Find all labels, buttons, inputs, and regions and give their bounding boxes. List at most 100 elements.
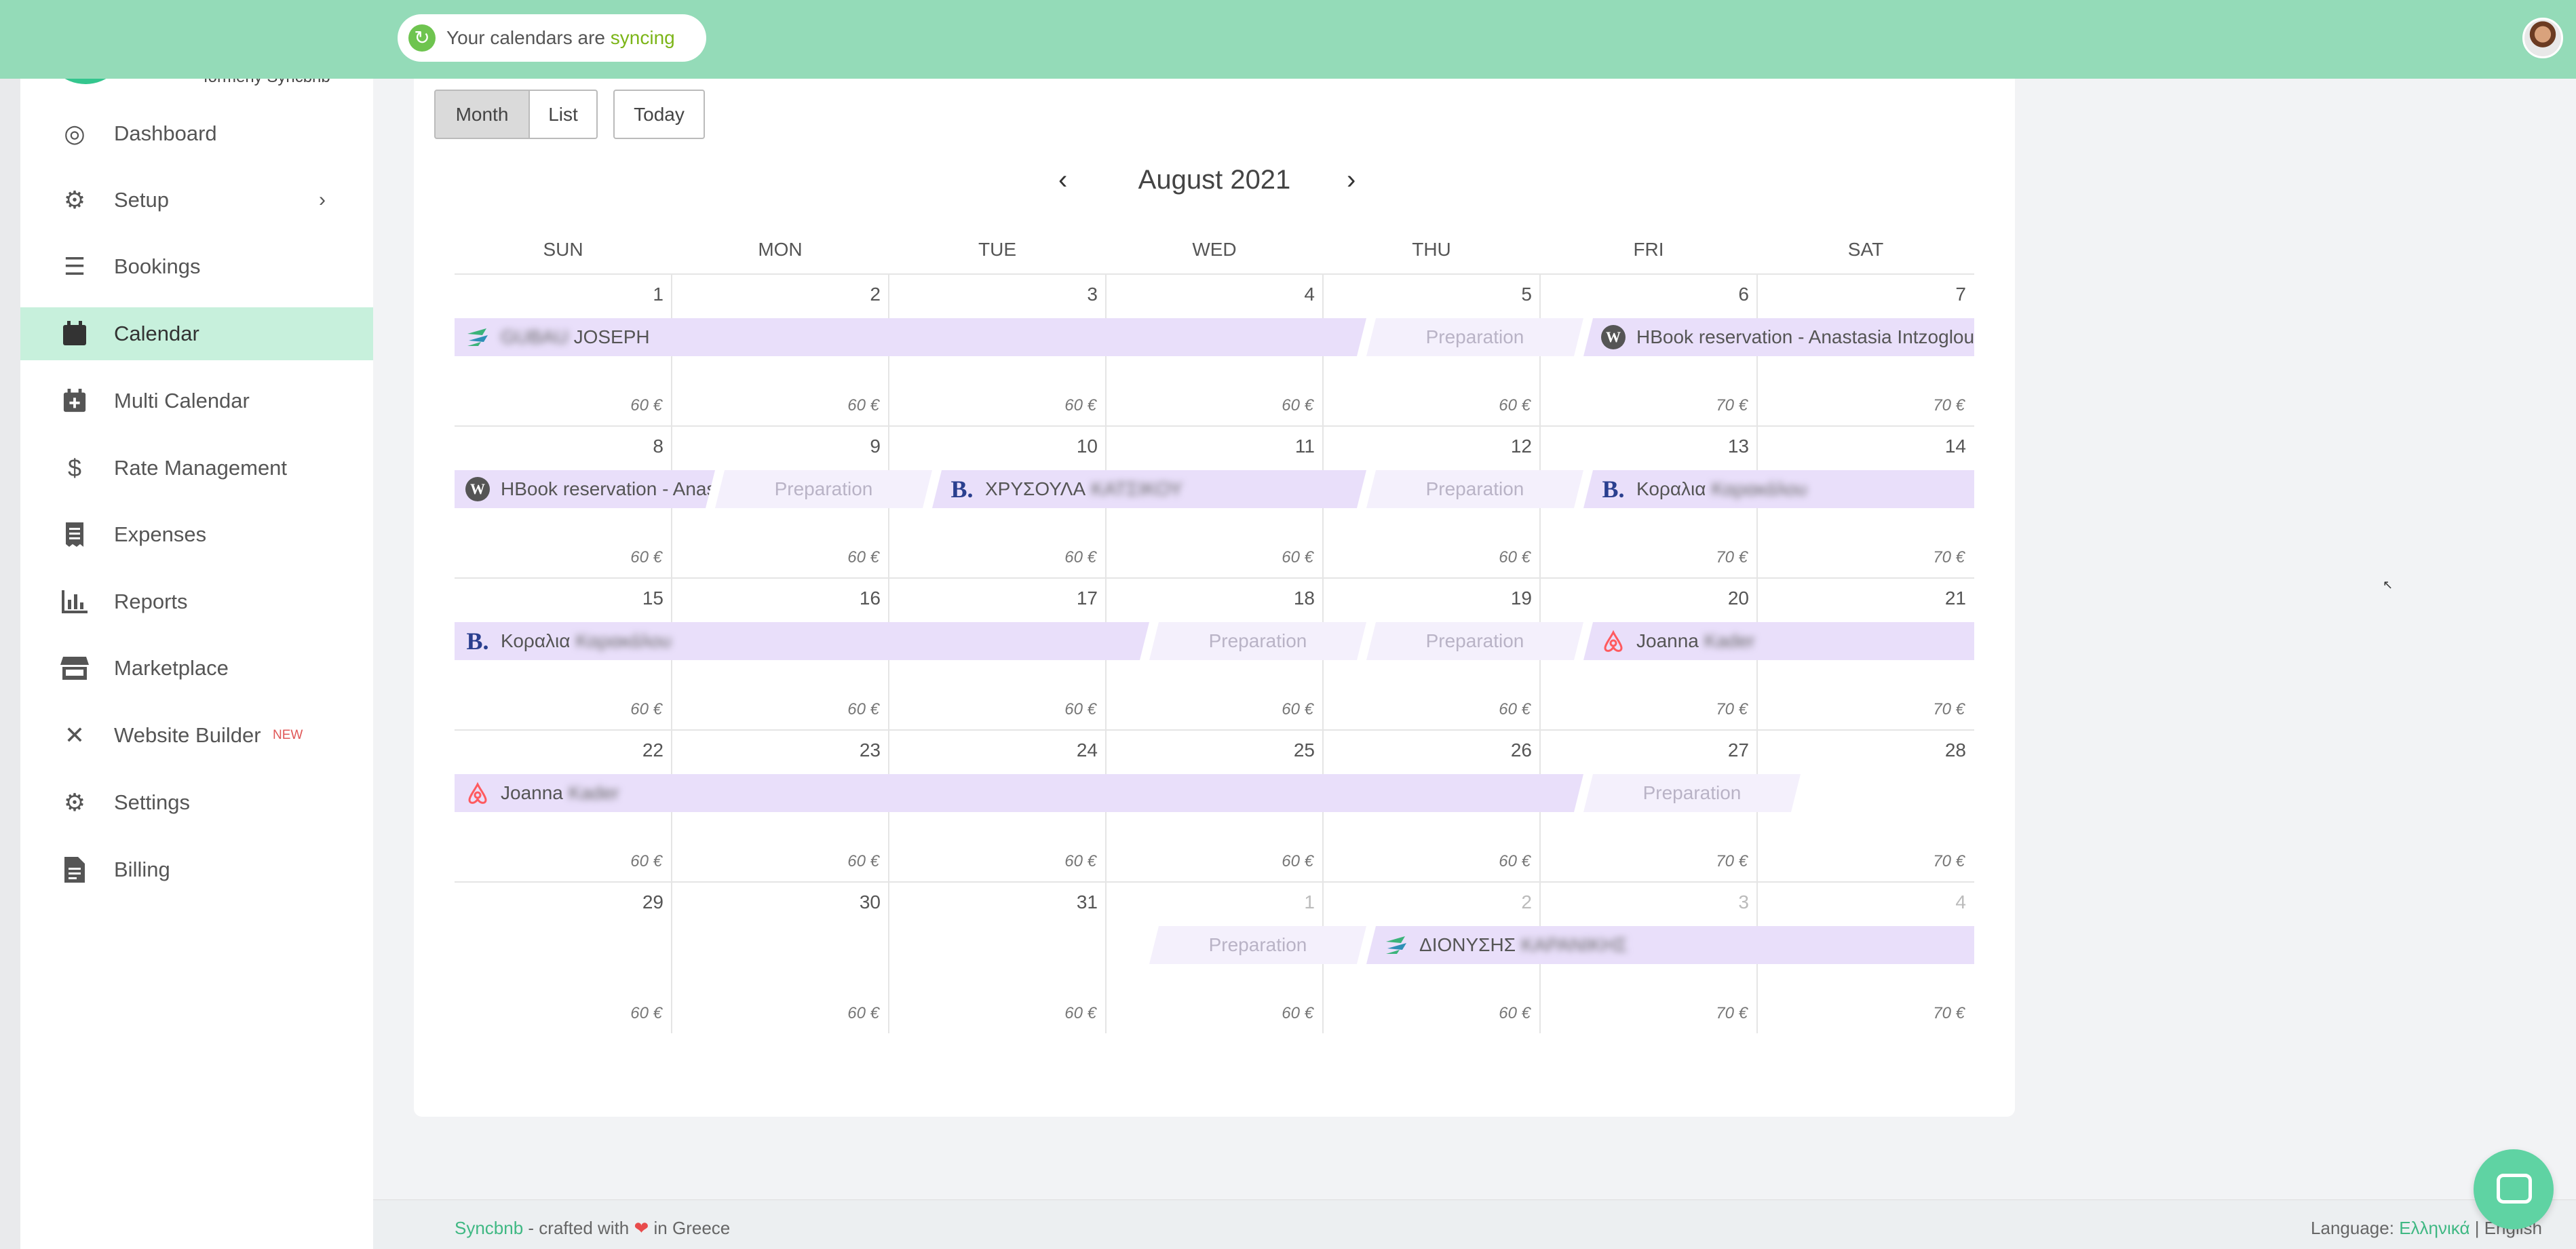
booking-event[interactable]: Joanna Kader [455, 774, 1583, 812]
calendar-icon [60, 319, 90, 349]
sidebar-item-label: Reports [114, 590, 188, 613]
day-number[interactable]: 23 [677, 739, 881, 761]
booking-event[interactable]: B. ΧΡΥΣΟΥΛΑ ΚΑΤΣΙΚΟΥ [932, 470, 1366, 508]
day-number[interactable]: 9 [677, 436, 881, 457]
day-number[interactable]: 11 [1111, 436, 1315, 457]
sidebar-item-settings[interactable]: ⚙ Settings [20, 775, 373, 830]
airbnb-icon [1601, 629, 1626, 653]
sidebar-item-label: Bookings [114, 254, 201, 278]
grid-line [455, 577, 1974, 579]
day-number[interactable]: 24 [894, 739, 1098, 761]
day-price: 60 € [847, 700, 879, 718]
user-avatar[interactable] [2522, 18, 2563, 58]
day-number[interactable]: 2 [677, 284, 881, 305]
day-number[interactable]: 28 [1763, 739, 1966, 761]
day-number[interactable]: 21 [1763, 588, 1966, 609]
day-number[interactable]: 3 [894, 284, 1098, 305]
language-label: Language: [2311, 1218, 2394, 1238]
day-number[interactable]: 27 [1545, 739, 1749, 761]
weekday-header: TUE [978, 239, 1016, 260]
chevron-left-icon[interactable]: ‹ [1058, 165, 1067, 195]
day-number[interactable]: 25 [1111, 739, 1315, 761]
sidebar-item-marketplace[interactable]: Marketplace [20, 641, 373, 695]
day-number[interactable]: 19 [1328, 588, 1532, 609]
day-number[interactable]: 5 [1328, 284, 1532, 305]
day-price: 70 € [1933, 396, 1965, 415]
list-view-button[interactable]: List [528, 90, 598, 139]
day-price: 60 € [630, 700, 662, 718]
mouse-cursor-icon: ↖ [2383, 578, 2394, 592]
day-number[interactable]: 30 [677, 891, 881, 913]
booking-event[interactable]: W HBook reservation - Anastasia Intzoglou [1583, 318, 1974, 356]
booking-event[interactable]: GUBAU JOSEPH [455, 318, 1366, 356]
sidebar-item-multi-calendar[interactable]: Multi Calendar [20, 374, 373, 428]
booking-event[interactable]: Joanna Kader [1583, 622, 1974, 660]
day-number[interactable]: 22 [460, 739, 664, 761]
day-number[interactable]: 6 [1545, 284, 1749, 305]
crafted-text: - crafted with [528, 1218, 630, 1238]
day-price: 60 € [1064, 396, 1096, 415]
sidebar-item-bookings[interactable]: ☰ Bookings [20, 239, 373, 294]
sidebar-item-reports[interactable]: Reports [20, 575, 373, 629]
sidebar-item-rate-management[interactable]: $ Rate Management [20, 441, 373, 495]
sidebar-item-billing[interactable]: Billing [20, 843, 373, 897]
day-number[interactable]: 10 [894, 436, 1098, 457]
weekday-header: SUN [543, 239, 583, 260]
booking-event[interactable]: B. Κοραλια Καρακάλου [455, 622, 1149, 660]
preparation-block[interactable]: Preparation [715, 470, 932, 508]
day-number[interactable]: 15 [460, 588, 664, 609]
booking-event[interactable]: W HBook reservation - Anas [455, 470, 715, 508]
day-price: 60 € [630, 548, 662, 566]
sidebar-item-dashboard[interactable]: ◎ Dashboard [20, 107, 373, 161]
day-number[interactable]: 4 [1111, 284, 1315, 305]
day-number[interactable]: 18 [1111, 588, 1315, 609]
preparation-block[interactable]: Preparation [1149, 926, 1366, 964]
syncbnb-link[interactable]: Syncbnb [455, 1218, 523, 1238]
day-number[interactable]: 2 [1328, 891, 1532, 913]
chevron-right-icon[interactable]: › [1347, 165, 1356, 195]
guest-name: HBook reservation - Anas [501, 478, 715, 499]
day-number[interactable]: 8 [460, 436, 664, 457]
booking-event[interactable]: ΔΙΟΝΥΣΗΣ ΚΑΡΑΝΙΚΗΣ [1366, 926, 1974, 964]
preparation-block[interactable]: Preparation [1366, 622, 1583, 660]
day-number[interactable]: 4 [1763, 891, 1966, 913]
language-greek-link[interactable]: Ελληνικά [2399, 1218, 2469, 1238]
sidebar-item-calendar[interactable]: Calendar [20, 307, 373, 360]
list-icon: ☰ [63, 252, 86, 280]
chat-button[interactable] [2474, 1149, 2554, 1229]
sidebar-item-expenses[interactable]: Expenses [20, 507, 373, 562]
day-number[interactable]: 7 [1763, 284, 1966, 305]
day-number[interactable]: 17 [894, 588, 1098, 609]
day-number[interactable]: 20 [1545, 588, 1749, 609]
day-number[interactable]: 3 [1545, 891, 1749, 913]
day-number[interactable]: 31 [894, 891, 1098, 913]
sidebar-item-label: Calendar [114, 322, 199, 345]
sync-status-pill[interactable]: ↻ Your calendars are syncing [398, 14, 706, 62]
day-number[interactable]: 13 [1545, 436, 1749, 457]
day-number[interactable]: 26 [1328, 739, 1532, 761]
day-price: 60 € [847, 1004, 879, 1022]
month-view-button[interactable]: Month [434, 90, 530, 139]
preparation-block[interactable]: Preparation [1149, 622, 1366, 660]
sidebar-item-setup[interactable]: ⚙ Setup › [20, 173, 373, 227]
sidebar-item-website-builder[interactable]: ✕ Website Builder NEW [20, 708, 373, 763]
sidebar-item-label: Website Builder [114, 723, 261, 747]
day-price: 60 € [1282, 700, 1313, 718]
day-number[interactable]: 1 [460, 284, 664, 305]
chevron-right-icon: › [319, 189, 326, 211]
preparation-label: Preparation [1208, 934, 1307, 955]
preparation-block[interactable]: Preparation [1366, 470, 1583, 508]
preparation-block[interactable]: Preparation [1366, 318, 1583, 356]
guest-name: Joanna [501, 782, 563, 803]
day-number[interactable]: 16 [677, 588, 881, 609]
booking-event[interactable]: B. Κοραλια Καρακάλου [1583, 470, 1974, 508]
day-number[interactable]: 29 [460, 891, 664, 913]
grid-line [455, 425, 1974, 427]
preparation-label: Preparation [1208, 630, 1307, 651]
weekday-header: THU [1412, 239, 1451, 260]
preparation-block[interactable]: Preparation [1583, 774, 1801, 812]
day-number[interactable]: 14 [1763, 436, 1966, 457]
day-number[interactable]: 1 [1111, 891, 1315, 913]
today-button[interactable]: Today [613, 90, 705, 139]
day-number[interactable]: 12 [1328, 436, 1532, 457]
